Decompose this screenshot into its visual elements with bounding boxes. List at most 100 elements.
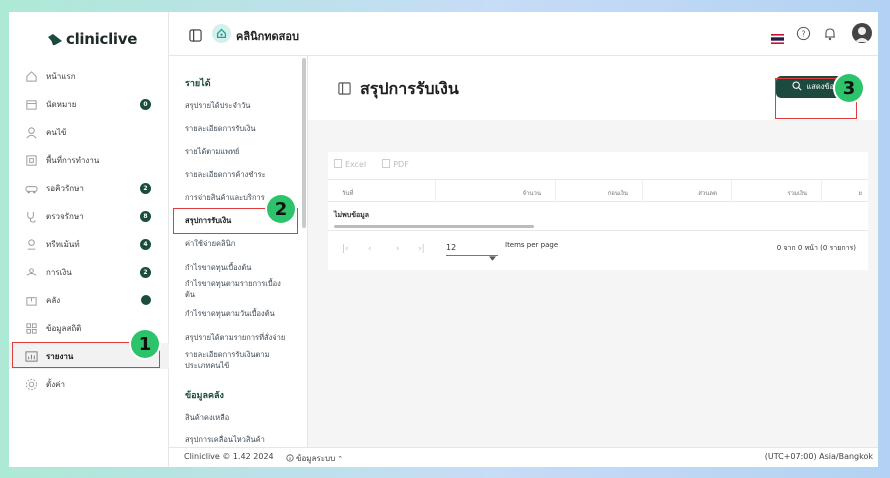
sidebar-item-label: รอคิวรักษา: [46, 183, 84, 193]
treatment-icon: [23, 236, 39, 252]
column-header-truncated[interactable]: ย: [822, 180, 868, 202]
export-excel-button[interactable]: Excel: [334, 159, 366, 170]
logo[interactable]: cliniclive: [47, 30, 137, 48]
sidebar-item-label: ข้อมูลสถิติ: [46, 323, 82, 333]
sidebar-item-patient[interactable]: คนไข้: [9, 119, 169, 145]
pagination: |‹ ‹ › ›| 12 Items per page 0 จาก 0 หน้า…: [328, 230, 868, 270]
top-header: คลินิกทดสอบ ?: [169, 12, 878, 56]
sidebar-item-workspace[interactable]: พื้นที่การทำงาน: [9, 147, 169, 173]
main-content: สรุปการรับเงิน แสดงข้อมูล 3 Excel PDF วั…: [308, 56, 878, 447]
sidebar-item-label: ทรีทเม้นท์: [46, 239, 80, 249]
sidebar-item-queue[interactable]: รอคิวรักษา 2: [9, 175, 169, 201]
sidebar: cliniclive หน้าแรก นัดหมาย 0 คนไข้ พื้นท…: [9, 12, 169, 467]
table-header: วันที่ จำนวน ก่อนเงิน ส่วนลด รวมเงิน ย: [328, 179, 868, 202]
next-page-icon[interactable]: ›: [396, 244, 400, 254]
app-window: cliniclive หน้าแรก นัดหมาย 0 คนไข้ พื้นท…: [9, 12, 878, 467]
chevron-down-icon: [489, 246, 496, 265]
table-horizontal-scrollbar[interactable]: [334, 225, 534, 228]
copyright-text: Cliniclive © 1.42 2024: [184, 452, 274, 461]
sidebar-toggle-icon[interactable]: [189, 27, 202, 46]
prev-page-icon[interactable]: ‹: [368, 244, 372, 254]
submenu-item[interactable]: กำไรขาดทุนตามวันเบื้องต้น: [185, 308, 300, 319]
timezone-text: (UTC+07:00) Asia/Bangkok: [764, 452, 873, 461]
submenu-section-stock: ข้อมูลคลัง: [185, 391, 224, 401]
export-pdf-label: PDF: [393, 160, 409, 169]
items-per-page-label: Items per page: [505, 241, 559, 249]
export-toolbar: Excel PDF: [334, 159, 409, 170]
page-size-select[interactable]: 12: [446, 240, 498, 261]
workspace-icon: [23, 152, 39, 168]
sidebar-item-label: คนไข้: [46, 127, 67, 137]
clinic-name: คลินิกทดสอบ: [236, 30, 299, 43]
queue-count-badge: 2: [140, 182, 151, 194]
gear-icon: [23, 376, 39, 392]
bell-icon[interactable]: [823, 26, 837, 45]
file-icon: [382, 159, 391, 170]
sidebar-item-settings[interactable]: ตั้งค่า: [9, 371, 169, 397]
examination-count-badge: 8: [140, 210, 151, 222]
report-table-card: Excel PDF วันที่ จำนวน ก่อนเงิน ส่วนลด ร…: [328, 152, 868, 270]
column-header-before[interactable]: ก่อนเงิน: [556, 180, 643, 202]
user-icon: [23, 124, 39, 140]
sidebar-item-examination[interactable]: ตรวจรักษา 8: [9, 203, 169, 229]
submenu-item[interactable]: สรุปการเคลื่อนไหวสินค้า: [185, 434, 300, 445]
submenu-scrollbar[interactable]: [302, 58, 306, 228]
finance-count-badge: 2: [140, 266, 151, 278]
home-icon: [23, 68, 39, 84]
page-size-value: 12: [446, 243, 457, 252]
page-layout-icon: [338, 80, 351, 99]
submenu-item[interactable]: สรุปรายได้ตามรายการที่สั่งจ่าย: [185, 332, 300, 343]
money-icon: [23, 264, 39, 280]
system-info-link[interactable]: ข้อมูลระบบ ⌃: [286, 452, 343, 465]
thai-flag-icon[interactable]: [771, 29, 784, 44]
treatment-count-badge: 4: [140, 238, 151, 250]
column-header-discount[interactable]: ส่วนลด: [643, 180, 732, 202]
sidebar-item-appointment[interactable]: นัดหมาย 0: [9, 91, 169, 117]
column-header-date[interactable]: วันที่: [328, 180, 436, 202]
sidebar-item-label: ตรวจรักษา: [46, 211, 84, 221]
column-header-amount[interactable]: จำนวน: [436, 180, 556, 202]
sidebar-item-label: คลัง: [46, 295, 61, 305]
sidebar-item-label: ตั้งค่า: [46, 379, 65, 389]
step-marker-3: 3: [835, 74, 863, 102]
sidebar-item-finance[interactable]: การเงิน 2: [9, 259, 169, 285]
footer: Cliniclive © 1.42 2024 ข้อมูลระบบ ⌃ (UTC…: [169, 447, 878, 467]
help-icon[interactable]: ?: [796, 26, 811, 45]
box-icon: [23, 292, 39, 308]
sidebar-item-label: การเงิน: [46, 267, 72, 277]
submenu-item[interactable]: รายละเอียดการค้างชำระ: [185, 169, 300, 180]
stock-alert-dot: [141, 295, 151, 305]
car-icon: [23, 180, 39, 196]
submenu-item[interactable]: รายได้ตามแพทย์: [185, 146, 300, 157]
column-header-total[interactable]: รวมเงิน: [732, 180, 822, 202]
cliniclive-logo-icon: [48, 34, 62, 45]
last-page-icon[interactable]: ›|: [418, 244, 425, 254]
submenu-item[interactable]: ค่าใช้จ่ายคลินิก: [185, 238, 300, 249]
calendar-icon: [23, 96, 39, 112]
report-submenu: รายได้ สรุปรายได้ประจำวัน รายละเอียดการร…: [169, 56, 308, 447]
page-title: สรุปการรับเงิน: [360, 79, 459, 98]
stethoscope-icon: [23, 208, 39, 224]
submenu-item[interactable]: สรุปรายได้ประจำวัน: [185, 100, 300, 111]
stats-icon: [23, 320, 39, 336]
appointment-count-badge: 0: [140, 98, 151, 110]
sidebar-item-treatment[interactable]: ทรีทเม้นท์ 4: [9, 231, 169, 257]
clinic-home-icon: [212, 24, 231, 43]
sidebar-item-label: นัดหมาย: [46, 99, 77, 109]
chevron-up-icon: ⌃: [337, 454, 344, 463]
first-page-icon[interactable]: |‹: [342, 244, 349, 254]
avatar[interactable]: [852, 23, 872, 43]
export-pdf-button[interactable]: PDF: [382, 159, 409, 170]
svg-text:?: ?: [802, 29, 806, 38]
file-icon: [334, 159, 342, 170]
submenu-item[interactable]: กำไรขาดทุนเบื้องต้น: [185, 262, 300, 273]
submenu-item[interactable]: รายละเอียดการรับเงิน: [185, 123, 300, 134]
submenu-item[interactable]: กำไรขาดทุนตามรายการเบื้องต้น: [185, 278, 285, 300]
step-marker-1: 1: [131, 330, 159, 358]
submenu-item[interactable]: รายละเอียดการรับเงินตามประเภทคนไข้: [185, 349, 280, 371]
submenu-item[interactable]: สินค้าคงเหลือ: [185, 412, 300, 423]
sidebar-item-stock[interactable]: คลัง: [9, 287, 169, 313]
sidebar-item-home[interactable]: หน้าแรก: [9, 63, 169, 89]
logo-text: cliniclive: [66, 30, 138, 48]
no-data-message: ไม่พบข้อมูล: [334, 211, 370, 219]
